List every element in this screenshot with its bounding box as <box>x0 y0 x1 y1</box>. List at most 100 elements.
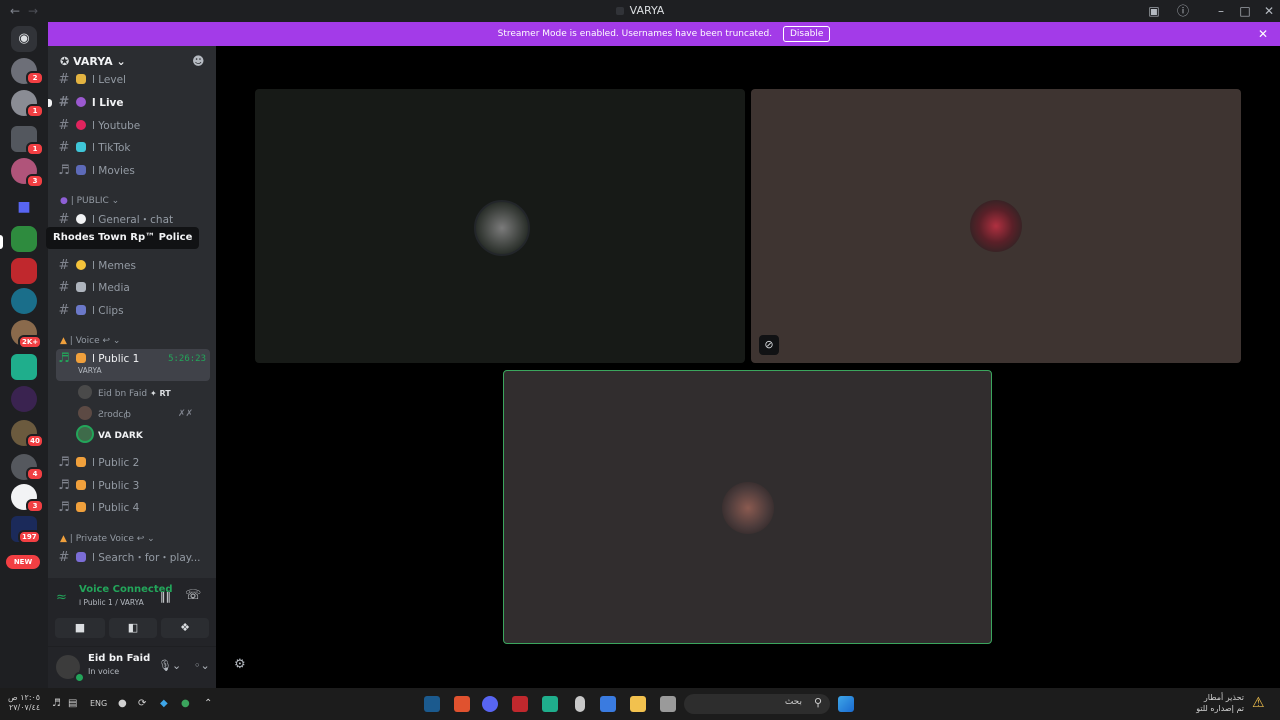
muted-icon: ✗✗ <box>178 409 194 419</box>
mention-badge: 2K+ <box>18 335 43 349</box>
avatar <box>78 427 92 441</box>
youtube-emoji-icon <box>76 120 86 130</box>
voice-status[interactable]: Voice Connected <box>79 584 173 595</box>
hash-icon: # <box>58 118 70 133</box>
store-icon[interactable] <box>600 696 616 712</box>
category-private-voice[interactable]: ▲ | Private Voice ↩ ⌄ <box>60 534 155 544</box>
clock[interactable]: ١٢:٠٥ ص ٢٧/٠٧/٤٤ <box>8 693 40 713</box>
avatar <box>970 200 1022 252</box>
voice-panel: ≈ Voice Connected ا Public 1 / VARYA ‖‖ … <box>48 578 216 646</box>
channel-clips[interactable]: # ا Clips <box>56 301 210 321</box>
camera-off-icon: ■️ <box>74 621 86 634</box>
channel-search-for-players[interactable]: # ا Search・for・play... <box>56 548 210 568</box>
app-icon[interactable] <box>575 696 585 712</box>
server-icon[interactable] <box>11 288 37 314</box>
hash-icon: # <box>58 550 70 565</box>
task-view-icon[interactable] <box>660 696 676 712</box>
user-status: In voice <box>88 667 120 676</box>
server-icon[interactable] <box>11 226 37 252</box>
category-voice[interactable]: ▲ | Voice ↩ ⌄ <box>60 336 120 346</box>
channel-level[interactable]: # ا Level <box>56 70 210 90</box>
channel-media[interactable]: # ا Media <box>56 278 210 298</box>
sync-icon[interactable]: ⟳ <box>138 698 146 709</box>
chevron-down-icon: ⌄ <box>147 534 155 544</box>
unread-pill <box>48 99 52 107</box>
start-icon[interactable] <box>838 696 854 712</box>
channel-live[interactable]: # ا Live <box>56 93 210 113</box>
voice-channel-public-1[interactable]: ♬ ا Public 1 5:26:23 VARYA <box>56 349 210 381</box>
voicemeeter-icon[interactable] <box>512 696 528 712</box>
speaker-icon[interactable]: ♬ <box>52 698 61 709</box>
signal-icon[interactable]: ≈ <box>56 590 67 605</box>
minimize-button[interactable]: – <box>1213 3 1229 19</box>
game-emoji-icon <box>76 552 86 562</box>
megaphone-emoji-icon <box>76 480 86 490</box>
voice-location[interactable]: ا Public 1 / VARYA <box>79 598 144 607</box>
level-emoji-icon <box>76 74 86 84</box>
channel-movies[interactable]: ♬ ا Movies <box>56 161 210 181</box>
disconnect-icon[interactable]: ☏ <box>185 588 201 603</box>
channel-youtube[interactable]: # ا Youtube <box>56 116 210 136</box>
app-icon[interactable] <box>542 696 558 712</box>
video-tile[interactable]: ⊘ <box>751 89 1241 363</box>
video-tile[interactable] <box>255 89 745 363</box>
voice-channel-public-4[interactable]: ♬ ا Public 4 <box>56 498 210 518</box>
chevron-up-icon[interactable]: ⌃ <box>204 698 212 709</box>
add-user-icon[interactable]: ☻ <box>192 54 205 68</box>
brave-browser-icon[interactable] <box>454 696 470 712</box>
server-name: VARYA <box>73 55 113 68</box>
user-panel: Eid bn Faid In voice 🎙⌄ ◦⌄ ⚙ <box>48 646 246 689</box>
display-icon[interactable]: ▤ <box>68 698 77 709</box>
mention-badge: 1 <box>26 104 44 118</box>
microphone-icon[interactable]: ● <box>118 698 127 709</box>
megaphone-emoji-icon: ▲ <box>60 336 67 346</box>
steam-tray-icon[interactable]: ◆ <box>160 698 168 709</box>
taskbar: ١٢:٠٥ ص ٢٧/٠٧/٤٤ ♬ ▤ ENG ● ⟳ ◆ ● ⌃ بحث ⚲ … <box>0 688 1280 720</box>
notification[interactable]: تحذير أمطار تم إصداره للتو <box>1180 692 1244 714</box>
server-icon[interactable] <box>11 258 37 284</box>
disable-button[interactable]: Disable <box>782 26 831 42</box>
channel-memes[interactable]: # ا Memes <box>56 256 210 276</box>
file-explorer-icon[interactable] <box>630 696 646 712</box>
video-tile-speaking[interactable] <box>503 370 992 644</box>
tray-app-icon[interactable]: ● <box>181 698 190 709</box>
voice-user[interactable]: VA DARK <box>78 427 143 445</box>
title-bar: ← → VARYA ▣ ⓘ – □ ✕ <box>0 0 1280 22</box>
voice-channel-public-3[interactable]: ♬ ا Public 3 <box>56 476 210 496</box>
steam-icon[interactable] <box>424 696 440 712</box>
mention-badge: 3 <box>26 499 44 513</box>
microphone-icon[interactable]: 🎙⌄ <box>158 659 181 672</box>
media-emoji-icon <box>76 282 86 292</box>
search-placeholder: بحث <box>784 697 802 707</box>
category-public[interactable]: ● | PUBLIC ⌄ <box>60 196 119 206</box>
settings-icon[interactable]: ⚙ <box>234 657 246 672</box>
server-icon[interactable] <box>11 386 37 412</box>
activities-button[interactable]: ❖ <box>161 618 209 638</box>
help-icon[interactable]: ⓘ <box>1175 3 1191 19</box>
search-box[interactable]: بحث ⚲ <box>684 694 830 714</box>
server-badge-icon: ✪ <box>60 55 70 68</box>
voice-user[interactable]: Eid bn Faid ✦ RT <box>78 385 171 403</box>
camera-button[interactable]: ■️ <box>55 618 105 638</box>
tiktok-emoji-icon <box>76 142 86 152</box>
folder-icon[interactable]: ■ <box>11 194 37 220</box>
noise-suppression-icon[interactable]: ‖‖ <box>160 590 171 603</box>
close-button[interactable]: ✕ <box>1261 3 1277 19</box>
hash-icon: # <box>58 95 70 110</box>
close-icon[interactable]: ✕ <box>1258 22 1268 46</box>
discord-icon[interactable] <box>482 696 498 712</box>
inbox-icon[interactable]: ▣ <box>1146 3 1162 19</box>
server-icon[interactable] <box>11 354 37 380</box>
voice-channel-public-2[interactable]: ♬ ا Public 2 <box>56 453 210 473</box>
maximize-button[interactable]: □ <box>1237 3 1253 19</box>
voice-user[interactable]: Ƨrodcꞗ <box>78 406 131 424</box>
warning-icon[interactable]: ⚠ <box>1252 695 1265 711</box>
headphones-icon[interactable]: ◦⌄ <box>194 659 210 672</box>
discord-home-icon[interactable]: ◉ <box>11 26 37 52</box>
user-name[interactable]: Eid bn Faid <box>88 653 150 664</box>
language-indicator[interactable]: ENG <box>90 699 107 708</box>
new-badge[interactable]: NEW <box>6 555 40 569</box>
channel-tiktok[interactable]: # ا TikTok <box>56 138 210 158</box>
server-header[interactable]: ✪ VARYA ⌄ <box>60 55 126 68</box>
screen-share-button[interactable]: ◧ <box>109 618 157 638</box>
